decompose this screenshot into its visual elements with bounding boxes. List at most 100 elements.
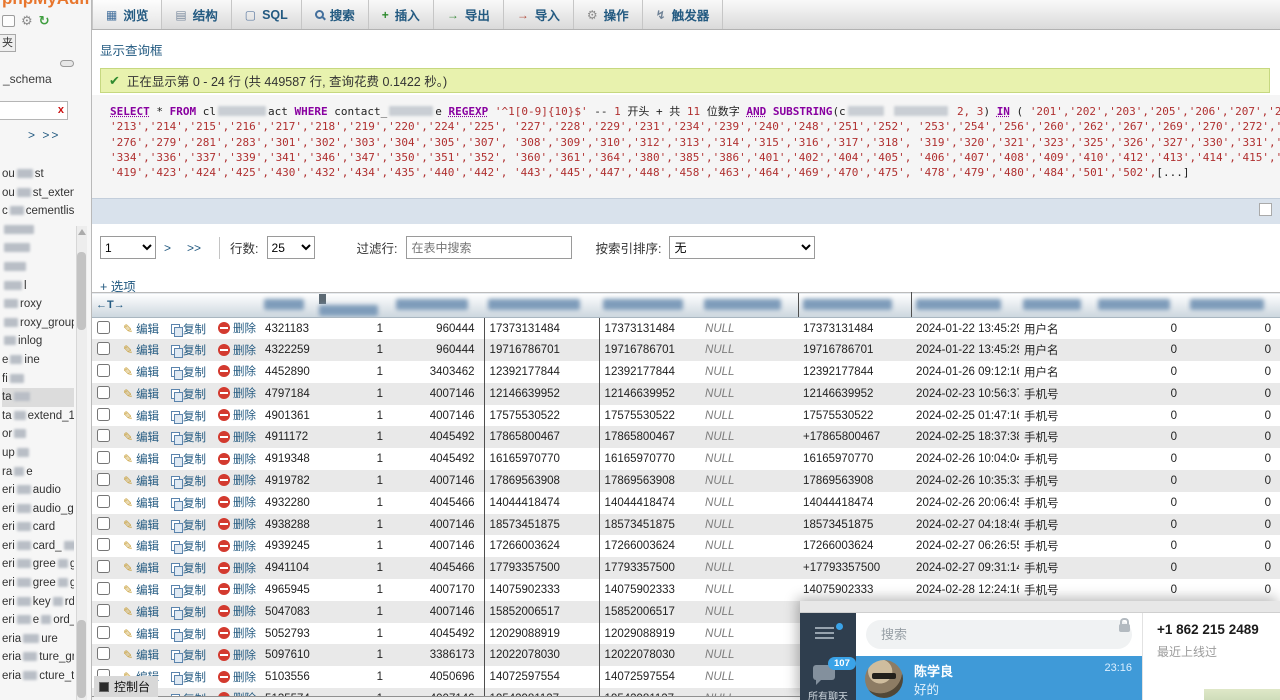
rows-per-page-select[interactable]: 25 (267, 236, 315, 259)
data-cell[interactable]: 17266003624 (798, 535, 911, 557)
data-cell[interactable]: 3386173 (392, 644, 484, 666)
edit-link[interactable]: ✎编辑 (123, 321, 159, 337)
data-cell[interactable]: 14075902333 (484, 579, 599, 601)
data-cell[interactable]: 2024-02-26 10:35:33 (911, 470, 1019, 492)
data-cell[interactable]: 1 (315, 470, 392, 492)
data-cell[interactable]: 17575530522 (484, 405, 599, 427)
delete-link[interactable]: 删除 (218, 516, 256, 532)
data-cell[interactable]: 12022078030 (484, 644, 599, 666)
edit-link[interactable]: ✎编辑 (123, 538, 159, 554)
data-cell[interactable]: NULL (700, 448, 798, 470)
data-cell[interactable]: 0 (1094, 492, 1186, 514)
data-cell[interactable]: 4007146 (392, 405, 484, 427)
last-page-button[interactable]: >> (187, 241, 201, 255)
row-checkbox[interactable] (97, 604, 110, 617)
data-cell[interactable]: 0 (1186, 557, 1280, 579)
data-cell[interactable]: 12146639952 (599, 383, 700, 405)
data-cell[interactable]: 手机号 (1019, 405, 1094, 427)
data-cell[interactable]: 17575530522 (599, 405, 700, 427)
edit-link[interactable]: ✎编辑 (123, 364, 159, 380)
delete-link[interactable]: 删除 (218, 451, 256, 467)
row-checkbox[interactable] (97, 647, 110, 660)
nav-table-item[interactable]: rae (2, 463, 74, 482)
data-cell[interactable]: 12022078030 (599, 644, 700, 666)
collapse-button[interactable]: 夹 (0, 34, 16, 52)
row-checkbox[interactable] (97, 429, 110, 442)
show-query-box-link[interactable]: 显示查询框 (100, 44, 163, 58)
console-bar[interactable]: 控制台 (94, 676, 158, 697)
data-cell[interactable]: 1 (315, 514, 392, 536)
data-cell[interactable]: 18573451875 (484, 514, 599, 536)
tab-search[interactable]: 搜索 (302, 0, 369, 29)
data-cell[interactable]: 手机号 (1019, 579, 1094, 601)
data-cell[interactable]: NULL (700, 470, 798, 492)
data-cell[interactable]: 12146639952 (798, 383, 911, 405)
avatar[interactable] (865, 660, 903, 698)
data-cell[interactable]: 1 (315, 666, 392, 688)
data-cell[interactable]: 0 (1186, 470, 1280, 492)
delete-link[interactable]: 删除 (218, 581, 256, 597)
data-cell[interactable]: 12392177844 (798, 361, 911, 383)
copy-link[interactable]: 复制 (171, 626, 206, 642)
data-cell[interactable]: 4045492 (392, 623, 484, 645)
row-checkbox[interactable] (97, 321, 110, 334)
data-cell[interactable]: 0 (1094, 405, 1186, 427)
data-cell[interactable]: NULL (700, 405, 798, 427)
nav-table-item[interactable]: eriacture_tex (2, 667, 74, 686)
sort-by-index-select[interactable]: 无 (669, 236, 815, 259)
data-cell[interactable]: 4919782 (260, 470, 315, 492)
data-cell[interactable]: 1 (315, 448, 392, 470)
data-cell[interactable]: NULL (700, 514, 798, 536)
nav-scrollbar-thumb-2[interactable] (77, 620, 86, 698)
data-cell[interactable]: 0 (1094, 514, 1186, 536)
data-cell[interactable]: 4452890 (260, 361, 315, 383)
data-cell[interactable]: 用户名 (1019, 318, 1094, 340)
data-cell[interactable]: 12029088919 (599, 623, 700, 645)
edit-link[interactable]: ✎编辑 (123, 560, 159, 576)
data-cell[interactable]: 3403462 (392, 361, 484, 383)
row-checkbox[interactable] (97, 473, 110, 486)
data-cell[interactable]: 17793357500 (484, 557, 599, 579)
data-cell[interactable]: 1 (315, 405, 392, 427)
data-cell[interactable]: 960444 (392, 339, 484, 361)
nav-table-item[interactable]: ericard (2, 518, 74, 537)
sql-footer-checkbox[interactable] (1259, 203, 1272, 216)
nav-table-item[interactable]: erieord_g (2, 611, 74, 630)
data-cell[interactable]: 0 (1186, 492, 1280, 514)
nav-table-item[interactable]: roxy (2, 295, 74, 314)
edit-link[interactable]: ✎编辑 (123, 626, 159, 642)
data-cell[interactable]: 手机号 (1019, 383, 1094, 405)
column-header[interactable] (599, 293, 700, 318)
data-cell[interactable]: 0 (1186, 514, 1280, 536)
data-cell[interactable]: 17373131484 (599, 318, 700, 340)
data-cell[interactable]: 手机号 (1019, 535, 1094, 557)
chat-list-item[interactable]: 陈学良 23:16 好的 (856, 656, 1142, 700)
data-cell[interactable]: 17869563908 (798, 470, 911, 492)
data-cell[interactable]: 2024-02-26 20:06:45 (911, 492, 1019, 514)
data-cell[interactable]: 15852006517 (484, 601, 599, 623)
data-cell[interactable]: 17266003624 (484, 535, 599, 557)
nav-table-item[interactable]: ccementlist (2, 202, 74, 221)
data-cell[interactable]: 4007146 (392, 470, 484, 492)
nav-table-item[interactable]: l (2, 277, 74, 296)
data-cell[interactable]: 手机号 (1019, 492, 1094, 514)
nav-table-item[interactable]: oust_extend_ (2, 184, 74, 203)
data-cell[interactable]: 17373131484 (484, 318, 599, 340)
edit-link[interactable]: ✎编辑 (123, 647, 159, 663)
nav-pager[interactable]: > >> (28, 128, 60, 142)
nav-table-item[interactable]: ta (2, 388, 74, 407)
data-cell[interactable]: 17266003624 (599, 535, 700, 557)
data-cell[interactable]: +17865800467 (798, 426, 911, 448)
delete-link[interactable]: 删除 (218, 472, 256, 488)
delete-link[interactable]: 删除 (218, 625, 256, 641)
data-cell[interactable]: 4050696 (392, 666, 484, 688)
row-checkbox[interactable] (97, 538, 110, 551)
data-cell[interactable]: 2024-02-25 01:47:16 (911, 405, 1019, 427)
copy-link[interactable]: 复制 (171, 604, 206, 620)
row-checkbox[interactable] (97, 582, 110, 595)
column-header[interactable] (1186, 293, 1280, 318)
data-cell[interactable]: 1 (315, 339, 392, 361)
data-cell[interactable]: 1 (315, 535, 392, 557)
data-cell[interactable]: 17869563908 (599, 470, 700, 492)
tab-import[interactable]: →导入 (504, 0, 574, 29)
